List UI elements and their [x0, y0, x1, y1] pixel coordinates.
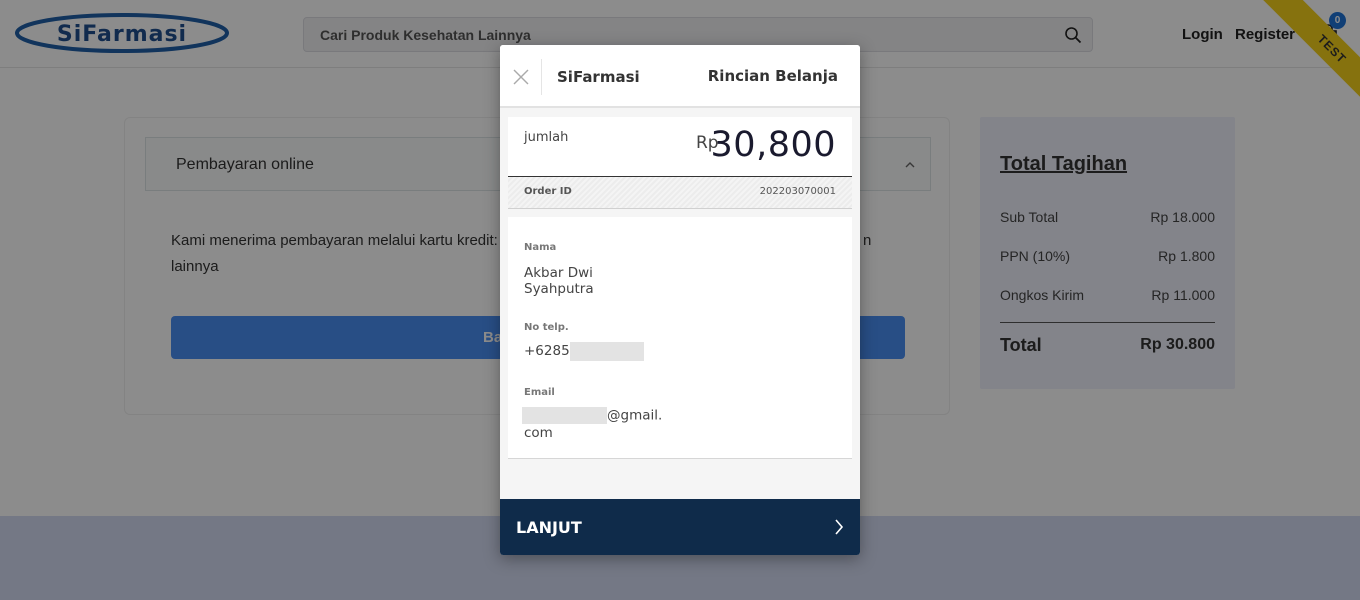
- email-value: @gmail. com: [522, 407, 662, 442]
- continue-button[interactable]: LANJUT: [500, 499, 860, 555]
- close-icon: [513, 69, 529, 85]
- amount-label: jumlah: [524, 130, 569, 145]
- order-id-label: Order ID: [524, 186, 572, 197]
- amount-section: jumlah Rp 30,800: [508, 117, 852, 177]
- name-line1: Akbar Dwi: [524, 265, 593, 281]
- chevron-right-icon: [835, 519, 844, 535]
- phone-value: +6285: [524, 341, 644, 361]
- customer-details: Nama Akbar Dwi Syahputra No telp. +6285 …: [508, 217, 852, 459]
- order-id-value: 202203070001: [759, 186, 836, 197]
- close-button[interactable]: [500, 59, 542, 95]
- name-value: Akbar Dwi Syahputra: [524, 265, 594, 297]
- name-label: Nama: [524, 242, 557, 253]
- phone-prefix: +6285: [524, 343, 570, 359]
- payment-details-modal: SiFarmasi Rincian Belanja jumlah Rp 30,8…: [500, 45, 860, 555]
- phone-redacted: [569, 341, 644, 361]
- email-tld: com: [524, 424, 553, 441]
- modal-header: SiFarmasi Rincian Belanja: [500, 45, 860, 108]
- email-redacted: [522, 407, 607, 424]
- modal-title: Rincian Belanja: [707, 67, 838, 85]
- email-domain: @gmail.: [607, 407, 663, 424]
- email-label: Email: [524, 387, 555, 398]
- phone-label: No telp.: [524, 322, 569, 333]
- order-id-row: Order ID 202203070001: [508, 177, 852, 209]
- name-line2: Syahputra: [524, 281, 594, 297]
- modal-brand: SiFarmasi: [557, 68, 640, 86]
- amount-value: 30,800: [710, 125, 836, 165]
- continue-label: LANJUT: [516, 518, 582, 537]
